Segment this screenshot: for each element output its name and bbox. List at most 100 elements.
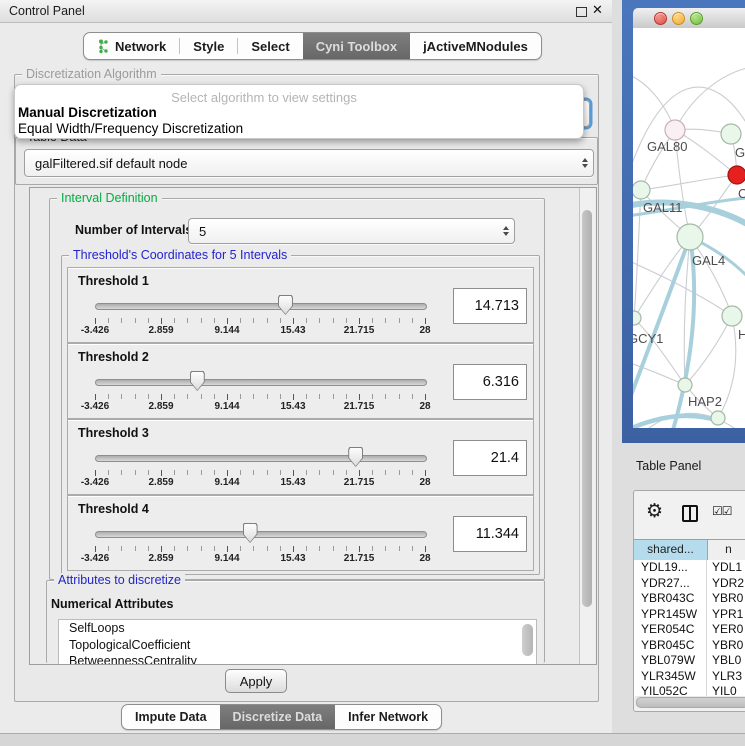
threshold-slider[interactable]: -3.4262.8599.14415.4321.71528 [88,522,433,568]
cell-shared-name[interactable]: YBR045C [634,638,707,654]
table-horizontal-scrollbar[interactable] [635,696,745,707]
slider-tick-label: 28 [419,553,430,564]
combo-stepper-icon[interactable] [498,223,514,239]
cell-name[interactable]: YBL0 [707,653,745,669]
cell-shared-name[interactable]: YLR345W [634,669,707,685]
tab-label: Style [193,39,224,54]
threshold-value-field[interactable]: 21.4 [453,440,527,476]
network-window-titlebar[interactable] [633,8,745,29]
attribute-list-item[interactable]: TopologicalCoefficient [59,637,536,654]
threshold-slider[interactable]: -3.4262.8599.14415.4321.71528 [88,446,433,492]
cell-name[interactable]: YLR3 [707,669,745,685]
bottom-tab-discretize-data[interactable]: Discretize Data [220,705,336,729]
table-data-combobox[interactable]: galFiltered.sif default node [24,149,594,177]
network-node[interactable] [721,124,741,144]
network-nodes [633,120,745,425]
threshold-slider[interactable]: -3.4262.8599.14415.4321.71528 [88,294,433,340]
table-header-name[interactable]: n [708,540,745,560]
table-row[interactable]: YPR145WYPR1 [634,607,745,623]
table-row[interactable]: YDR27...YDR2 [634,576,745,592]
interval-definition-title: Interval Definition [57,191,162,205]
slider-thumb[interactable] [190,371,205,391]
cell-shared-name[interactable]: YER054C [634,622,707,638]
slider-tick [135,394,136,399]
network-node[interactable] [711,411,725,425]
slider-tick-label: 15.43 [280,553,305,564]
combo-stepper-icon[interactable] [577,155,593,171]
cell-name[interactable]: YDR2 [707,576,745,592]
threshold-row: Threshold 4-3.4262.8599.14415.4321.71528… [67,495,534,571]
slider-track[interactable] [95,455,427,462]
slider-tick [108,394,109,399]
table-row[interactable]: YDL19...YDL1 [634,560,745,576]
cell-shared-name[interactable]: YBL079W [634,653,707,669]
network-node[interactable] [677,224,703,250]
settings-vertical-scrollbar[interactable] [579,188,595,664]
select-columns-checkboxes-icon[interactable]: ☑☑ [712,504,732,518]
cell-name[interactable]: YBR0 [707,591,745,607]
cell-name[interactable]: YER0 [707,622,745,638]
network-node-selected[interactable] [728,166,745,184]
slider-thumb[interactable] [348,447,363,467]
slider-tick [161,470,162,476]
cell-shared-name[interactable]: YDR27... [634,576,707,592]
attribute-list-item[interactable]: BetweennessCentrality [59,653,536,665]
table-row[interactable]: YLR345WYLR3 [634,669,745,685]
cell-shared-name[interactable]: YPR145W [634,607,707,623]
close-panel-icon[interactable]: ✕ [592,2,603,18]
tab-style[interactable]: Style [180,33,237,59]
network-node[interactable] [665,120,685,140]
threshold-slider[interactable]: -3.4262.8599.14415.4321.71528 [88,370,433,416]
table-header-shared-name[interactable]: shared... [634,540,708,560]
cell-name[interactable]: YPR1 [707,607,745,623]
cell-shared-name[interactable]: YDL19... [634,560,707,576]
algorithm-option[interactable]: Manual Discretization [15,105,583,121]
scrollbar-thumb[interactable] [636,697,745,708]
zoom-traffic-light-icon[interactable] [690,12,703,25]
float-window-icon[interactable] [576,7,587,17]
table-row[interactable]: YBR045CYBR0 [634,638,745,654]
network-node[interactable] [633,311,641,325]
cell-name[interactable]: YDL1 [707,560,745,576]
columns-icon[interactable] [682,505,698,522]
numerical-attributes-list[interactable]: SelfLoopsTopologicalCoefficientBetweenne… [58,619,537,665]
network-node[interactable] [678,378,692,392]
cell-name[interactable]: YBR0 [707,638,745,654]
tab-select[interactable]: Select [238,33,302,59]
table-row[interactable]: YBL079WYBL0 [634,653,745,669]
network-node[interactable] [633,181,650,199]
threshold-value-field[interactable]: 11.344 [453,516,527,552]
node-label: C [738,186,745,201]
tab-network[interactable]: Network [84,33,179,59]
attributes-list-scrollbar[interactable] [522,624,533,656]
slider-tick [240,318,241,323]
slider-tick [385,546,386,551]
slider-track[interactable] [95,531,427,538]
threshold-value-field[interactable]: 14.713 [453,288,527,324]
table-row[interactable]: YER054CYER0 [634,622,745,638]
close-traffic-light-icon[interactable] [654,12,667,25]
minimize-traffic-light-icon[interactable] [672,12,685,25]
tab-cyni-toolbox[interactable]: Cyni Toolbox [303,33,410,59]
scrollbar-thumb[interactable] [582,210,592,607]
algorithm-option[interactable]: Equal Width/Frequency Discretization [15,121,583,137]
slider-track[interactable] [95,303,427,310]
network-node[interactable] [722,306,742,326]
tab-jactivemnodules[interactable]: jActiveMNodules [410,33,541,59]
table-row[interactable]: YBR043CYBR0 [634,591,745,607]
number-of-intervals-combobox[interactable]: 5 [188,218,515,244]
slider-thumb[interactable] [278,295,293,315]
bottom-tab-impute-data[interactable]: Impute Data [122,705,220,729]
network-canvas[interactable]: GAL80 GA C GAL11 GAL4 GCY1 H HAP2 [633,28,745,428]
slider-tick [346,546,347,551]
slider-track[interactable] [95,379,427,386]
gear-icon[interactable]: ⚙ [646,500,663,522]
slider-thumb[interactable] [243,523,258,543]
bottom-tab-infer-network[interactable]: Infer Network [335,705,441,729]
slider-tick [214,546,215,551]
threshold-value-field[interactable]: 6.316 [453,364,527,400]
apply-button[interactable]: Apply [225,669,287,693]
cell-shared-name[interactable]: YBR043C [634,591,707,607]
threshold-row: Threshold 1-3.4262.8599.14415.4321.71528… [67,267,534,343]
attribute-list-item[interactable]: SelfLoops [59,620,536,637]
